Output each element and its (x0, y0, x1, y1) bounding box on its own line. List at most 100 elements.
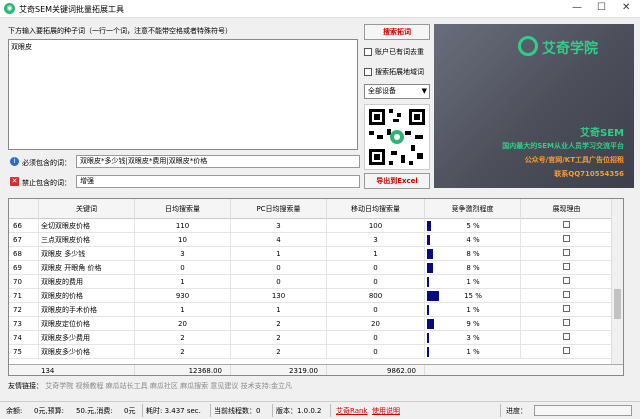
row-pc: 2 (231, 345, 327, 359)
rank-link[interactable]: 艾奇Rank (336, 406, 368, 416)
col-header-index (9, 199, 39, 219)
exclude-words-input[interactable]: 增强 (76, 175, 360, 188)
device-select[interactable]: 全部设备 ▼ (364, 84, 430, 99)
progress-label: 进度： (506, 407, 527, 415)
sum-pc: 2319.00 (231, 365, 327, 375)
row-mobile: 100 (327, 219, 425, 233)
table-row[interactable]: 74 双眼皮多少费用 2 2 0 3 % (9, 331, 623, 345)
table-row[interactable]: 67 三点双眼皮价格 10 4 3 4 % (9, 233, 623, 247)
search-expand-button[interactable]: 搜索拓词 (364, 24, 430, 40)
row-competition: 8 % (425, 261, 521, 275)
col-header-pc[interactable]: PC日均搜索量 (231, 199, 327, 219)
row-keyword: 双眼皮定位价格 (39, 317, 135, 331)
ban-icon: ✕ (10, 177, 19, 186)
table-row[interactable]: 75 双眼皮多少价格 2 2 0 1 % (9, 345, 623, 359)
col-header-mobile[interactable]: 移动日均搜索量 (327, 199, 425, 219)
row-index: 66 (9, 219, 39, 233)
table-row[interactable]: 71 双眼皮的价格 930 130 800 15 % (9, 289, 623, 303)
checkbox-box[interactable] (364, 68, 372, 76)
table-row[interactable]: 72 双眼皮的手术价格 1 1 0 1 % (9, 303, 623, 317)
row-daily: 110 (135, 219, 231, 233)
row-index: 73 (9, 317, 39, 331)
reason-checkbox[interactable] (563, 221, 570, 228)
reason-checkbox[interactable] (563, 333, 570, 340)
row-daily: 1 (135, 303, 231, 317)
row-keyword: 三点双眼皮价格 (39, 233, 135, 247)
row-keyword: 双眼皮 开眼角 价格 (39, 261, 135, 275)
chevron-down-icon: ▼ (421, 87, 427, 95)
row-keyword: 双眼皮多少费用 (39, 331, 135, 345)
keyword-results-table[interactable]: 关键词 日均搜索量 PC日均搜索量 移动日均搜索量 竞争激烈程度 展现理由 66… (8, 198, 624, 376)
help-link[interactable]: 使用说明 (372, 406, 400, 416)
checkbox-box[interactable] (364, 48, 372, 56)
col-header-reason[interactable]: 展现理由 (521, 199, 613, 219)
include-words-input[interactable]: 双眼皮*多少钱|双眼皮*费用|双眼皮*价格 (76, 155, 360, 168)
competition-value: 1 % (466, 348, 480, 356)
scrollbar-thumb[interactable] (614, 289, 621, 319)
competition-value: 3 % (466, 334, 480, 342)
row-competition: 5 % (425, 219, 521, 233)
maximize-button[interactable]: ☐ (597, 2, 606, 13)
table-row[interactable]: 70 双眼皮的费用 1 0 0 1 % (9, 275, 623, 289)
col-header-competition[interactable]: 竞争激烈程度 (425, 199, 521, 219)
reason-checkbox[interactable] (563, 319, 570, 326)
row-keyword: 双眼皮 多少钱 (39, 247, 135, 261)
row-pc: 0 (231, 261, 327, 275)
region-checkbox[interactable]: 搜索拓展地域词 (364, 67, 424, 77)
row-mobile: 0 (327, 331, 425, 345)
table-row[interactable]: 69 双眼皮 开眼角 价格 0 0 0 8 % (9, 261, 623, 275)
row-reason (521, 317, 613, 331)
promo-banner[interactable]: 艾奇学院 艾奇SEM 国内最大的SEM从业人员学习交流平台 公众号/官网/KT工… (434, 24, 634, 188)
row-mobile: 0 (327, 303, 425, 317)
table-row[interactable]: 73 双眼皮定位价格 20 2 20 9 % (9, 317, 623, 331)
row-daily: 930 (135, 289, 231, 303)
competition-value: 4 % (466, 236, 480, 244)
spend-value: 0元 (124, 407, 136, 415)
include-label: 必须包含的词： (22, 159, 71, 167)
reason-checkbox[interactable] (563, 263, 570, 270)
col-header-daily[interactable]: 日均搜索量 (135, 199, 231, 219)
row-index: 71 (9, 289, 39, 303)
table-summary-row: 134 12368.00 2319.00 9862.00 (9, 364, 623, 375)
export-excel-button[interactable]: 导出到Excel (364, 173, 430, 189)
row-reason (521, 247, 613, 261)
reason-checkbox[interactable] (563, 291, 570, 298)
promo-line-2: 国内最大的SEM从业人员学习交流平台 (502, 142, 624, 150)
row-keyword: 双眼皮的价格 (39, 289, 135, 303)
reason-checkbox[interactable] (563, 277, 570, 284)
row-mobile: 1 (327, 247, 425, 261)
col-header-keyword-label: 关键词 (76, 205, 97, 213)
row-reason (521, 219, 613, 233)
reason-checkbox[interactable] (563, 235, 570, 242)
minimize-button[interactable]: — (572, 2, 582, 13)
friend-links-items[interactable]: 艾奇学院 视频教程 麻瓜站长工具 麻瓜社区 麻瓜搜索 意见建议 技术支持:金立凡 (45, 382, 292, 390)
row-competition: 3 % (425, 331, 521, 345)
row-competition: 15 % (425, 289, 521, 303)
dedup-checkbox[interactable]: 账户已有词去重 (364, 47, 424, 57)
reason-checkbox[interactable] (563, 305, 570, 312)
row-pc: 2 (231, 331, 327, 345)
vertical-scrollbar[interactable] (611, 199, 623, 364)
exclude-label: 禁止包含的词： (22, 179, 71, 187)
row-index: 70 (9, 275, 39, 289)
row-reason (521, 303, 613, 317)
row-pc: 2 (231, 317, 327, 331)
col-header-keyword[interactable]: 关键词 (39, 199, 135, 219)
row-reason (521, 261, 613, 275)
sum-mobile: 9862.00 (327, 365, 425, 375)
close-button[interactable]: ✕ (622, 2, 630, 13)
row-keyword: 双眼皮的费用 (39, 275, 135, 289)
row-competition: 1 % (425, 275, 521, 289)
row-daily: 10 (135, 233, 231, 247)
reason-checkbox[interactable] (563, 347, 570, 354)
table-row[interactable]: 68 双眼皮 多少钱 3 1 1 8 % (9, 247, 623, 261)
table-row[interactable]: 66 全切双眼皮价格 110 3 100 5 % (9, 219, 623, 233)
competition-value: 8 % (466, 264, 480, 272)
reason-checkbox[interactable] (563, 249, 570, 256)
row-reason (521, 289, 613, 303)
seed-words-textarea[interactable] (8, 39, 358, 150)
sum-count: 134 (39, 365, 135, 375)
row-mobile: 0 (327, 261, 425, 275)
table-header: 关键词 日均搜索量 PC日均搜索量 移动日均搜索量 竞争激烈程度 展现理由 (9, 199, 623, 219)
academy-logo-icon (518, 36, 538, 56)
